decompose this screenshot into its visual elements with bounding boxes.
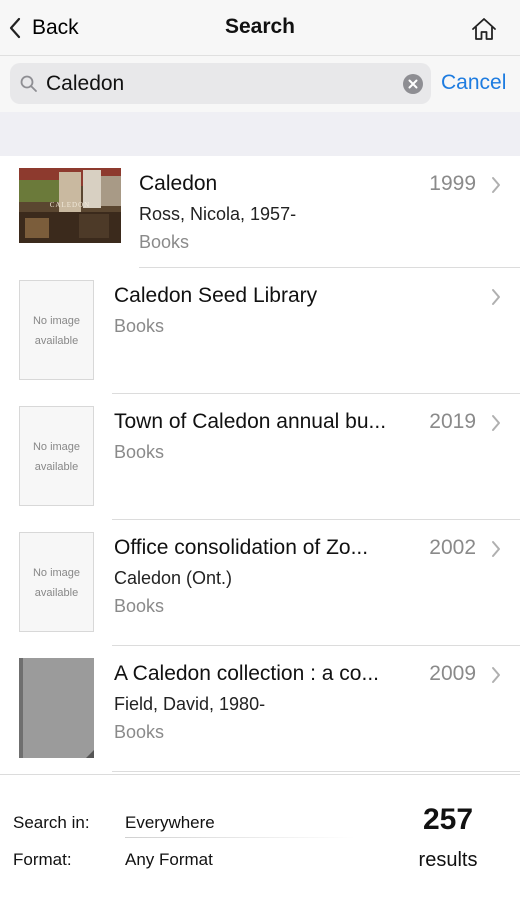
list-item[interactable]: No image available Office consolidation … [0, 520, 520, 646]
no-image-line1: No image [32, 315, 81, 327]
no-image-line2: available [34, 335, 79, 347]
search-icon [20, 75, 37, 92]
no-image-placeholder: No image available [19, 280, 94, 380]
home-icon[interactable] [470, 15, 498, 43]
clear-search-button[interactable] [403, 74, 423, 94]
result-author: Ross, Nicola, 1957- [139, 204, 297, 224]
clear-x-icon [408, 79, 418, 89]
result-title: Caledon [139, 172, 218, 195]
list-item[interactable]: CALEDON Caledon 1999 Ross, Nicola, 1957-… [0, 156, 520, 268]
back-button[interactable]: Back [8, 12, 79, 44]
chevron-right-icon [492, 541, 500, 557]
chevron-right-icon [492, 177, 500, 193]
footer-divider [125, 837, 355, 838]
search-bar: Cancel [0, 56, 520, 112]
no-image-line2: available [34, 461, 79, 473]
result-format: Books [114, 442, 165, 462]
search-field[interactable] [10, 63, 431, 104]
list-item[interactable]: No image available Town of Caledon annua… [0, 394, 520, 520]
result-format: Books [114, 722, 165, 742]
no-image-placeholder: No image available [19, 532, 94, 632]
list-item[interactable]: A Caledon collection : a co... 2009 Fiel… [0, 646, 520, 772]
result-author: Field, David, 1980- [114, 694, 266, 714]
chevron-right-icon [492, 289, 500, 305]
cover-photo: CALEDON [19, 168, 121, 243]
result-year: 1999 [429, 172, 476, 195]
result-author: Caledon (Ont.) [114, 568, 233, 588]
results-count-label: results [418, 849, 478, 871]
search-input[interactable] [46, 63, 396, 104]
result-format: Books [114, 316, 165, 336]
section-spacer [0, 112, 520, 156]
result-title: Office consolidation of Zo... [114, 536, 369, 559]
no-image-line1: No image [32, 567, 81, 579]
chevron-right-icon [492, 415, 500, 431]
result-format: Books [139, 232, 190, 252]
row-divider [112, 771, 520, 772]
result-title: Town of Caledon annual bu... [114, 410, 387, 433]
search-in-label: Search in: [13, 813, 90, 832]
book-cover-placeholder [19, 658, 94, 758]
result-format: Books [114, 596, 165, 616]
result-title: A Caledon collection : a co... [114, 662, 379, 685]
result-year: 2002 [429, 536, 476, 559]
search-in-value[interactable]: Everywhere [125, 813, 215, 833]
result-year: 2009 [429, 662, 476, 685]
result-title: Caledon Seed Library [114, 284, 318, 307]
no-image-line1: No image [32, 441, 81, 453]
format-label: Format: [13, 850, 72, 869]
cancel-button[interactable]: Cancel [441, 71, 506, 95]
no-image-placeholder: No image available [19, 406, 94, 506]
back-label: Back [32, 16, 79, 39]
format-value[interactable]: Any Format [125, 850, 213, 870]
list-item[interactable]: No image available Caledon Seed Library … [0, 268, 520, 394]
search-footer: Search in: Everywhere Format: Any Format… [0, 774, 520, 900]
results-count: 257 [422, 803, 474, 836]
chevron-left-icon [9, 17, 21, 39]
cover-title-text: CALEDON [50, 201, 90, 209]
no-image-line2: available [34, 587, 79, 599]
book-cover-image: CALEDON [19, 168, 121, 243]
cover-corner [86, 750, 94, 758]
navigation-bar: Back Search [0, 0, 520, 56]
result-year: 2019 [429, 410, 476, 433]
results-list: CALEDON Caledon 1999 Ross, Nicola, 1957-… [0, 156, 520, 774]
chevron-right-icon [492, 667, 500, 683]
